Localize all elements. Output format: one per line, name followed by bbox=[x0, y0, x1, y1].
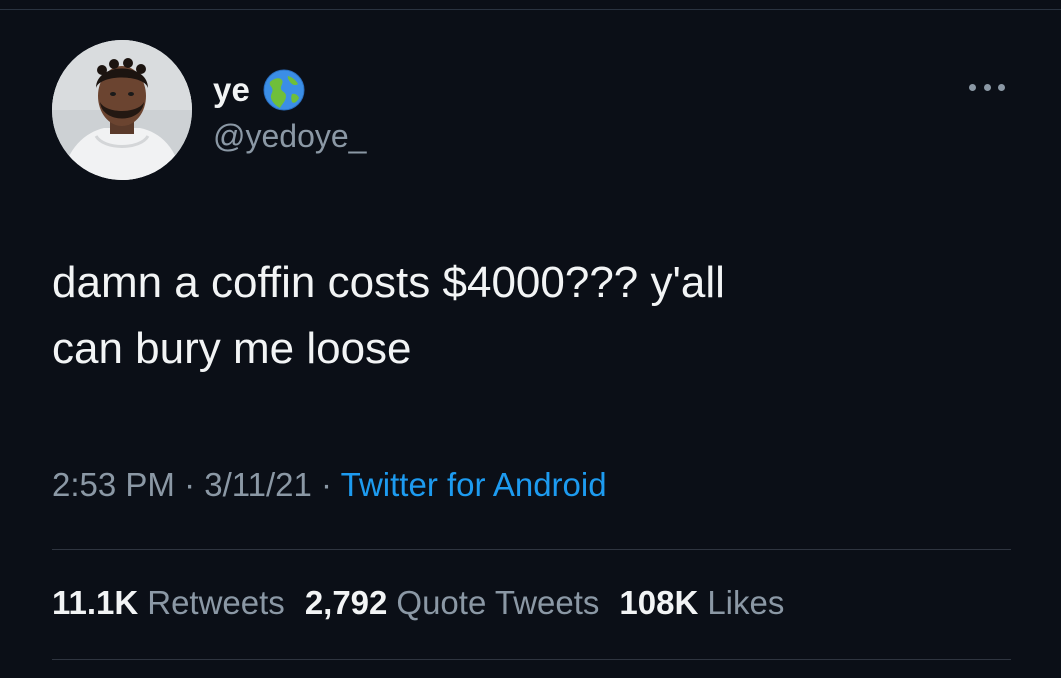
meta-separator: · bbox=[174, 466, 205, 503]
divider bbox=[52, 659, 1011, 660]
likes-stat[interactable]: 108K Likes bbox=[619, 584, 784, 622]
globe-americas-icon bbox=[263, 69, 305, 111]
engagement-stats: 11.1K Retweets 2,792 Quote Tweets 108K Like… bbox=[52, 584, 804, 622]
tweet-time[interactable]: 2:53 PM bbox=[52, 466, 175, 503]
meta-separator: · bbox=[311, 466, 341, 503]
likes-count: 108K bbox=[619, 584, 699, 621]
retweets-stat[interactable]: 11.1K Retweets bbox=[52, 584, 285, 622]
name-row: ye bbox=[213, 68, 366, 112]
divider bbox=[52, 549, 1011, 550]
tweet-date[interactable]: 3/11/21 bbox=[204, 466, 312, 503]
more-options-icon[interactable] bbox=[969, 80, 1005, 94]
dot bbox=[983, 83, 991, 91]
likes-label: Likes bbox=[707, 584, 785, 621]
avatar[interactable] bbox=[52, 40, 192, 180]
dot bbox=[998, 83, 1005, 91]
retweets-count: 11.1K bbox=[52, 584, 139, 621]
tweet-source-link[interactable]: Twitter for Android bbox=[341, 466, 607, 503]
display-name[interactable]: ye bbox=[213, 71, 250, 109]
dot bbox=[969, 83, 976, 91]
tweet-card: ye @yedoye_ damn a coffin costs $4000???… bbox=[0, 0, 1061, 678]
retweets-label: Retweets bbox=[147, 584, 285, 621]
avatar-photo bbox=[52, 40, 192, 180]
tweet-metadata: 2:53 PM · 3/11/21 · Twitter for Android bbox=[52, 466, 607, 504]
quote-tweets-count: 2,792 bbox=[304, 584, 388, 621]
username-handle[interactable]: @yedoye_ bbox=[213, 118, 366, 155]
quote-tweets-label: Quote Tweets bbox=[396, 584, 600, 621]
author-block: ye @yedoye_ bbox=[213, 68, 366, 155]
tweet-text: damn a coffin costs $4000??? y'all can b… bbox=[52, 258, 725, 373]
quote-tweets-stat[interactable]: 2,792 Quote Tweets bbox=[305, 584, 600, 622]
